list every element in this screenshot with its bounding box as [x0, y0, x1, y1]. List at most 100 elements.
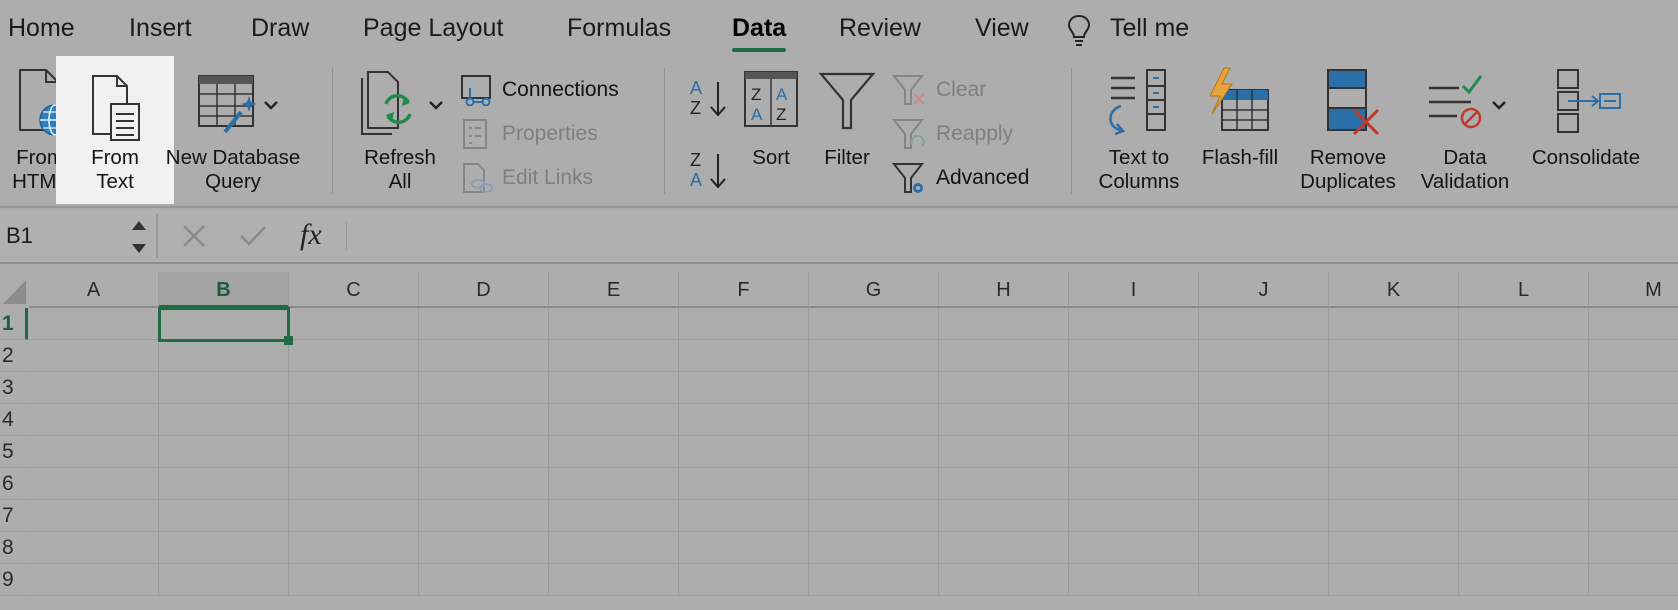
cell[interactable]: [289, 372, 419, 404]
cell[interactable]: [549, 564, 679, 596]
sort-button[interactable]: Z A A Z Sort: [738, 70, 804, 190]
cell[interactable]: [679, 532, 809, 564]
cell[interactable]: [1589, 308, 1678, 340]
row-header[interactable]: 9: [0, 564, 28, 596]
cell[interactable]: [1329, 436, 1459, 468]
cell[interactable]: [419, 468, 549, 500]
active-cell-outline[interactable]: [158, 307, 290, 342]
consolidate-button[interactable]: Consolidate: [1522, 66, 1650, 202]
cell[interactable]: [679, 308, 809, 340]
cell[interactable]: [1069, 372, 1199, 404]
cell[interactable]: [1329, 500, 1459, 532]
cell[interactable]: [29, 500, 159, 532]
cell[interactable]: [1589, 372, 1678, 404]
cell[interactable]: [1459, 372, 1589, 404]
cell[interactable]: [1199, 340, 1329, 372]
row-header[interactable]: 7: [0, 500, 28, 532]
cell[interactable]: [1199, 372, 1329, 404]
remove-duplicates-button[interactable]: Remove Duplicates: [1294, 66, 1402, 202]
cell[interactable]: [419, 500, 549, 532]
text-to-columns-button[interactable]: Text to Columns: [1086, 66, 1192, 202]
cancel-icon[interactable]: [180, 222, 208, 250]
enter-check-icon[interactable]: [238, 222, 268, 250]
cell[interactable]: [1329, 372, 1459, 404]
cell[interactable]: [549, 468, 679, 500]
cell[interactable]: [939, 436, 1069, 468]
cell[interactable]: [289, 532, 419, 564]
cell[interactable]: [1459, 308, 1589, 340]
cell[interactable]: [1199, 468, 1329, 500]
column-header[interactable]: I: [1069, 272, 1199, 308]
cell[interactable]: [289, 564, 419, 596]
cell[interactable]: [939, 468, 1069, 500]
cell[interactable]: [159, 532, 289, 564]
cell[interactable]: [1069, 532, 1199, 564]
column-header[interactable]: D: [419, 272, 549, 308]
reapply-filter-button[interactable]: Reapply: [892, 116, 1052, 152]
cell[interactable]: [679, 340, 809, 372]
cell[interactable]: [1329, 340, 1459, 372]
tab-page-layout[interactable]: Page Layout: [363, 10, 503, 46]
cell[interactable]: [289, 468, 419, 500]
row-header[interactable]: 1: [0, 308, 28, 340]
cell[interactable]: [809, 532, 939, 564]
cell[interactable]: [1589, 340, 1678, 372]
cell[interactable]: [679, 500, 809, 532]
name-box[interactable]: B1: [6, 218, 106, 254]
cell[interactable]: [1589, 500, 1678, 532]
data-validation-button[interactable]: Data Validation: [1410, 66, 1520, 202]
new-database-query-button[interactable]: New Database Query: [158, 66, 308, 202]
cell[interactable]: [1069, 308, 1199, 340]
cell[interactable]: [1589, 468, 1678, 500]
cell[interactable]: [549, 308, 679, 340]
clear-filter-button[interactable]: Clear: [892, 72, 1052, 108]
column-header[interactable]: B: [159, 272, 289, 308]
cell[interactable]: [159, 372, 289, 404]
cell[interactable]: [1199, 404, 1329, 436]
lightbulb-icon[interactable]: [1066, 13, 1092, 47]
cell[interactable]: [159, 468, 289, 500]
cell[interactable]: [809, 436, 939, 468]
cell[interactable]: [1459, 436, 1589, 468]
cell[interactable]: [1589, 532, 1678, 564]
cell[interactable]: [1199, 532, 1329, 564]
name-box-stepper-icon[interactable]: [129, 216, 149, 258]
cell[interactable]: [1459, 532, 1589, 564]
cell[interactable]: [1199, 308, 1329, 340]
cell[interactable]: [809, 308, 939, 340]
cell[interactable]: [1589, 436, 1678, 468]
cell[interactable]: [939, 308, 1069, 340]
cell[interactable]: [549, 532, 679, 564]
cell[interactable]: [939, 404, 1069, 436]
cell[interactable]: [29, 436, 159, 468]
select-all-corner[interactable]: [0, 272, 29, 308]
column-header[interactable]: K: [1329, 272, 1459, 308]
cell[interactable]: [289, 340, 419, 372]
cell[interactable]: [29, 564, 159, 596]
cell[interactable]: [1069, 436, 1199, 468]
cell[interactable]: [1329, 308, 1459, 340]
cell[interactable]: [939, 500, 1069, 532]
cell[interactable]: [1459, 564, 1589, 596]
properties-button[interactable]: Properties: [458, 116, 648, 152]
connections-button[interactable]: Connections: [458, 72, 648, 108]
filter-button[interactable]: Filter: [814, 70, 880, 190]
cell[interactable]: [679, 436, 809, 468]
cell[interactable]: [1329, 532, 1459, 564]
cell[interactable]: [1459, 500, 1589, 532]
cell[interactable]: [159, 340, 289, 372]
cell[interactable]: [1069, 340, 1199, 372]
cell[interactable]: [289, 404, 419, 436]
flash-fill-button[interactable]: Flash-fill: [1190, 66, 1290, 202]
cell[interactable]: [29, 340, 159, 372]
cell[interactable]: [1069, 404, 1199, 436]
sort-ascending-button[interactable]: A Z: [686, 76, 732, 122]
cell[interactable]: [419, 372, 549, 404]
cell[interactable]: [1589, 404, 1678, 436]
row-header[interactable]: 8: [0, 532, 28, 564]
cell[interactable]: [419, 340, 549, 372]
column-header[interactable]: J: [1199, 272, 1329, 308]
cell[interactable]: [29, 308, 159, 340]
cell[interactable]: [1329, 468, 1459, 500]
cell[interactable]: [159, 500, 289, 532]
